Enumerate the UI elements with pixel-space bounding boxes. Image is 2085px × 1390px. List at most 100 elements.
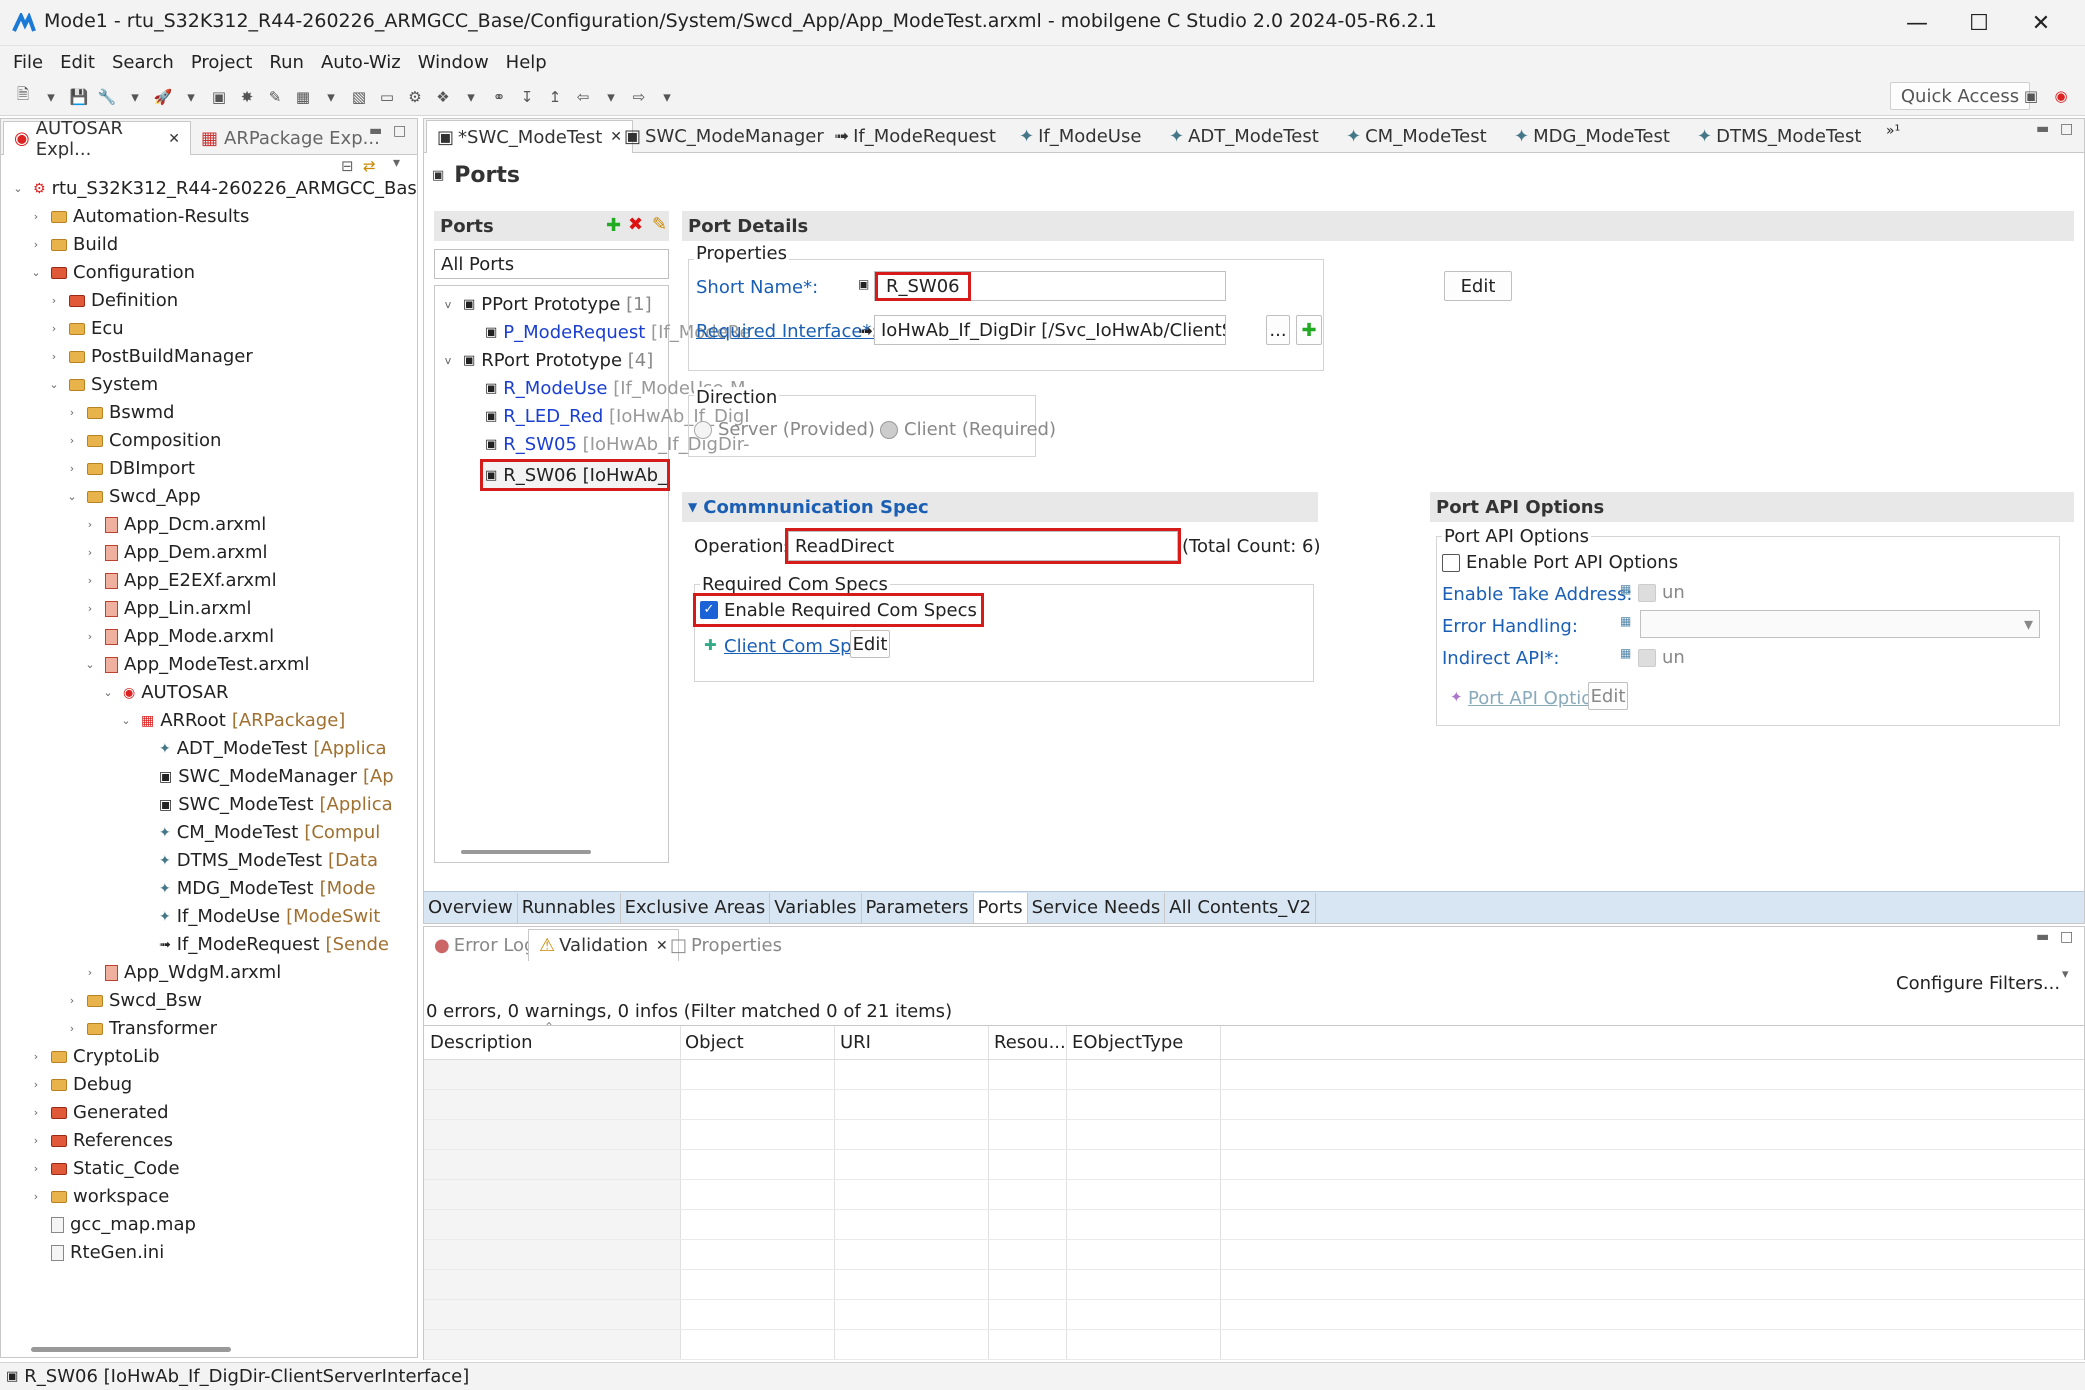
tree-item[interactable]: ⌄ ▦ ARRoot [ARPackage] [119, 707, 345, 735]
tab-mdg-modetest[interactable]: ✦ MDG_ModeTest [1504, 120, 1680, 152]
dropdown-icon[interactable]: ▾ [180, 86, 202, 108]
collapse-all-icon[interactable]: ⊟ [341, 157, 354, 175]
expand-toggle-icon[interactable]: ⌄ [83, 651, 97, 679]
port-filter-select[interactable]: All Ports [434, 249, 669, 279]
delete-port-icon[interactable]: ✖ [628, 214, 643, 235]
minimize-icon[interactable]: ▬ [2036, 121, 2049, 137]
expand-toggle-icon[interactable]: › [29, 1183, 43, 1211]
enable-port-api-options-checkbox[interactable]: Enable Port API Options [1442, 552, 1678, 573]
dropdown-icon[interactable]: ▾ [656, 86, 678, 108]
collapse-icon[interactable]: ▣ [432, 168, 444, 183]
tab-validation[interactable]: ⚠ Validation ✕ [528, 929, 679, 961]
tab-if-modeuse[interactable]: ✦ If_ModeUse [1009, 120, 1151, 152]
tab-adt-modetest[interactable]: ✦ ADT_ModeTest [1159, 120, 1329, 152]
minimize-icon[interactable]: ▬ [2036, 929, 2049, 945]
tree-item[interactable]: › App_Mode.arxml [83, 623, 274, 651]
tab-if-moderequest[interactable]: ➟ If_ModeRequest [824, 120, 1006, 152]
client-radio[interactable]: Client (Required) [880, 419, 1056, 440]
perspective-icon[interactable]: ▣ [2020, 85, 2042, 107]
save-icon[interactable]: 💾 [68, 86, 90, 108]
page-tab-parameters[interactable]: Parameters [862, 892, 974, 923]
horizontal-scrollbar[interactable] [31, 1347, 231, 1352]
tree-item[interactable]: › Automation-Results [29, 203, 250, 231]
expand-toggle-icon[interactable]: › [65, 427, 79, 455]
tool-icon[interactable]: ⚙ [404, 86, 426, 108]
minimize-button[interactable]: — [1886, 0, 1948, 46]
tab-swc-modemanager[interactable]: ▣ SWC_ModeManager [614, 120, 834, 152]
take-address-checkbox[interactable]: un [1638, 582, 1685, 603]
validate-icon[interactable]: ✎ [264, 86, 286, 108]
tree-item[interactable]: RteGen.ini [29, 1239, 164, 1267]
menu-help[interactable]: Help [506, 52, 547, 73]
tree-item[interactable]: ⌄ System [47, 371, 158, 399]
back-icon[interactable]: ⇦ [572, 86, 594, 108]
expand-toggle-icon[interactable]: › [47, 315, 61, 343]
tree-item[interactable]: › PostBuildManager [47, 343, 253, 371]
expand-toggle-icon[interactable]: › [83, 539, 97, 567]
expand-toggle-icon[interactable]: › [83, 595, 97, 623]
rport-group[interactable]: v ▣ RPort Prototype [4] [441, 350, 654, 371]
tree-item[interactable]: › Bswmd [65, 399, 175, 427]
page-tab-runnables[interactable]: Runnables [518, 892, 621, 923]
maximize-icon[interactable]: □ [2060, 929, 2073, 945]
config-icon[interactable]: ❖ [432, 86, 454, 108]
page-tab-service-needs[interactable]: Service Needs [1028, 892, 1166, 923]
forward-icon[interactable]: ⇨ [628, 86, 650, 108]
tree-item[interactable]: ▣ SWC_ModeTest [Applica [137, 791, 393, 819]
enable-required-com-specs-checkbox[interactable]: ✓ Enable Required Com Specs [693, 593, 984, 627]
tree-item[interactable]: ✦ DTMS_ModeTest [Data [137, 847, 378, 875]
tree-item[interactable]: ✦ If_ModeUse [ModeSwit [137, 903, 380, 931]
tree-item[interactable]: ⌄ Swcd_App [65, 483, 200, 511]
client-com-spec-edit-button[interactable]: Edit [850, 630, 890, 658]
tab-dtms-modetest[interactable]: ✦ DTMS_ModeTest [1687, 120, 1871, 152]
tree-item[interactable]: › App_Lin.arxml [83, 595, 252, 623]
tab-cm-modetest[interactable]: ✦ CM_ModeTest [1336, 120, 1497, 152]
menu-file[interactable]: File [13, 52, 43, 73]
page-tab-ports[interactable]: Ports [973, 892, 1028, 923]
maximize-button[interactable]: ☐ [1948, 0, 2010, 46]
expand-toggle-icon[interactable]: ⌄ [101, 679, 115, 707]
configure-filters-link[interactable]: Configure Filters... [1896, 973, 2060, 994]
menu-window[interactable]: Window [418, 52, 489, 73]
tree-item[interactable]: › workspace [29, 1183, 170, 1211]
tree-item[interactable]: › Definition [47, 287, 178, 315]
expand-toggle-icon[interactable]: › [29, 1127, 43, 1155]
tab-properties[interactable]: □ Properties [660, 929, 792, 961]
rect-icon[interactable]: ▭ [376, 86, 398, 108]
prev-annotation-icon[interactable]: ↥ [544, 86, 566, 108]
menu-auto-wiz[interactable]: Auto-Wiz [321, 52, 401, 73]
column-resource[interactable]: Resou... [994, 1032, 1066, 1053]
tree-item[interactable]: ▣ SWC_ModeManager [Ap [137, 763, 394, 791]
column-eobjecttype[interactable]: EObjectType [1072, 1032, 1183, 1053]
expand-toggle-icon[interactable]: › [83, 511, 97, 539]
server-radio[interactable]: Server (Provided) [694, 419, 875, 440]
error-handling-select[interactable]: ▾ [1640, 610, 2040, 638]
expand-toggle-icon[interactable]: › [47, 287, 61, 315]
tree-item[interactable]: gcc_map.map [29, 1211, 196, 1239]
tree-item[interactable]: ⌄ Configuration [29, 259, 195, 287]
menu-run[interactable]: Run [269, 52, 304, 73]
expand-toggle-icon[interactable]: › [29, 1155, 43, 1183]
tab-arpackage-explorer[interactable]: ▦ ARPackage Exp... [191, 121, 390, 155]
expand-toggle-icon[interactable]: › [29, 203, 43, 231]
column-object[interactable]: Object [685, 1032, 744, 1053]
tree-item[interactable]: › Composition [65, 427, 222, 455]
tree-item[interactable]: ⌄ ⚙ rtu_S32K312_R44-260226_ARMGCC_Base [11, 175, 417, 203]
expand-toggle-icon[interactable]: › [83, 959, 97, 987]
expand-toggle-icon[interactable]: › [29, 1099, 43, 1127]
edit-port-icon[interactable]: ✎ [652, 214, 667, 235]
horizontal-scrollbar[interactable] [461, 850, 591, 854]
tree-item[interactable]: › Transformer [65, 1015, 217, 1043]
communication-spec-header[interactable]: ▼ Commnunication Spec [682, 492, 1318, 522]
view-menu-icon[interactable]: ▾ [2062, 967, 2069, 982]
page-tab-overview[interactable]: Overview [424, 892, 518, 923]
terminal-icon[interactable]: ▣ [208, 86, 230, 108]
table-icon[interactable]: ▧ [348, 86, 370, 108]
dropdown-icon[interactable]: ▾ [124, 86, 146, 108]
tree-item[interactable]: ✦ MDG_ModeTest [Mode [137, 875, 376, 903]
expand-toggle-icon[interactable]: › [47, 343, 61, 371]
port-item-r-sw06[interactable]: ▣ R_SW06 [IoHwAb_If_DigDir- [480, 459, 670, 491]
column-uri[interactable]: URI [840, 1032, 871, 1053]
link-editor-icon[interactable]: ⇄ [363, 157, 376, 175]
tree-item[interactable]: ✦ CM_ModeTest [Compul [137, 819, 380, 847]
